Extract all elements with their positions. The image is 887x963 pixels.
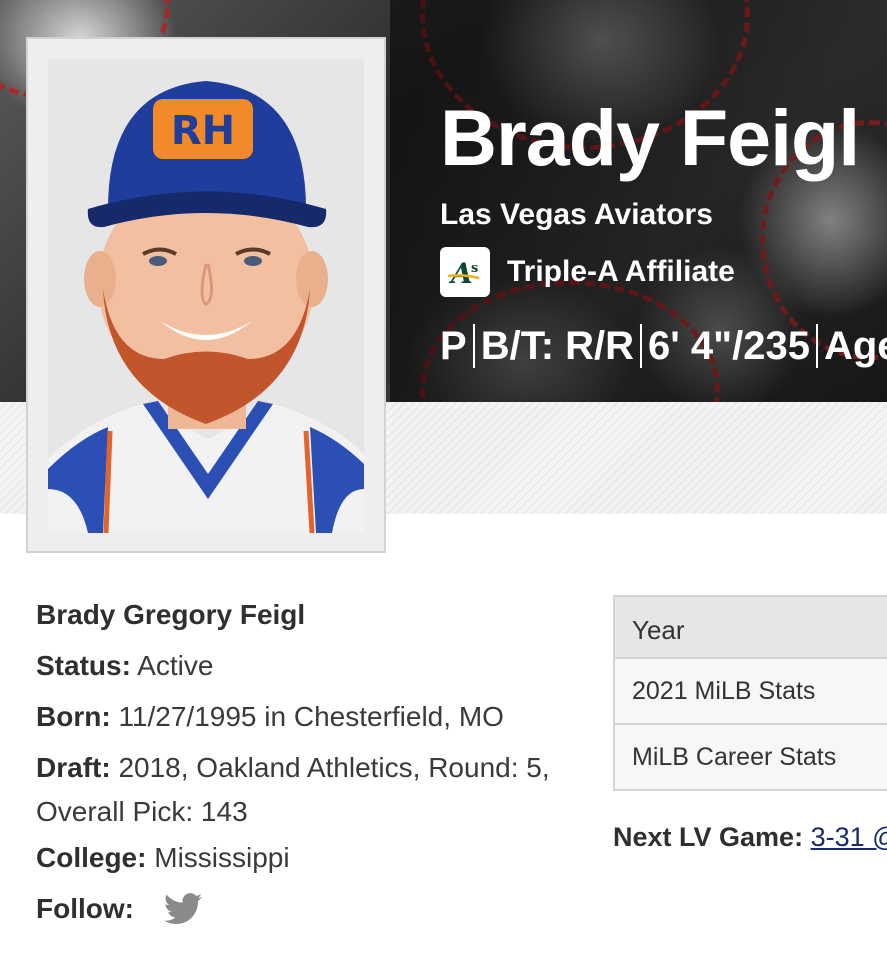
bio-born-label: Born: [36,701,111,732]
bio-born: Born: 11/27/1995 in Chesterfield, MO [36,700,596,734]
bio-draft-label: Draft: [36,752,111,783]
next-game-label: Next LV Game: [613,822,804,852]
affiliate-row[interactable]: A s Triple-A Affiliate [440,247,735,297]
player-bio: Brady Gregory Feigl Status: Active Born:… [36,598,596,943]
bio-college-label: College: [36,842,147,873]
vitals-bats-throws: B/T: R/R [480,323,635,368]
bio-follow: Follow: [36,892,596,926]
twitter-icon[interactable] [163,892,202,926]
stats-header-year: Year [632,615,685,645]
bio-born-value: 11/27/1995 in Chesterfield, MO [118,701,504,732]
player-name: Brady Feigl [440,93,860,182]
stats-row-label: 2021 MiLB Stats [632,677,816,705]
bio-draft-value: 2018, Oakland Athletics, Round: 5, Overa… [36,752,550,827]
bio-college: College: Mississippi [36,841,596,875]
player-headshot-card: RH [26,37,386,553]
vitals-height-weight: 6' 4"/235 [648,323,810,368]
next-game-link[interactable]: 3-31 @ [811,822,887,852]
svg-text:A: A [448,257,473,290]
player-headshot: RH [48,59,364,533]
svg-text:RH: RH [171,108,235,154]
vitals-divider [472,324,475,368]
vitals-divider [815,324,818,368]
bio-status-label: Status: [36,650,131,681]
bio-follow-label: Follow: [36,893,134,924]
bio-draft: Draft: 2018, Oakland Athletics, Round: 5… [36,746,596,834]
bio-college-value: Mississippi [154,842,290,873]
vitals-divider [640,324,643,368]
bio-status-value: Active [137,650,214,681]
next-game: Next LV Game: 3-31 @ [613,822,887,853]
bio-status: Status: Active [36,649,596,683]
bio-full-name: Brady Gregory Feigl [36,599,306,630]
stats-row-career[interactable]: MiLB Career Stats [613,725,887,791]
stats-table-header: Year [613,595,887,659]
vitals-age: Age [823,323,887,368]
player-vitals: P B/T: R/R 6' 4"/235 Age [440,322,887,370]
vitals-position: P [440,323,467,368]
svg-text:s: s [471,261,478,276]
stats-row-label: MiLB Career Stats [632,743,837,771]
stats-row-2021[interactable]: 2021 MiLB Stats [613,659,887,725]
athletics-logo-icon: A s [440,247,490,297]
team-name-link[interactable]: Las Vegas Aviators [440,198,713,232]
stats-table: Year 2021 MiLB Stats MiLB Career Stats [613,595,887,791]
affiliate-label: Triple-A Affiliate [507,255,735,288]
